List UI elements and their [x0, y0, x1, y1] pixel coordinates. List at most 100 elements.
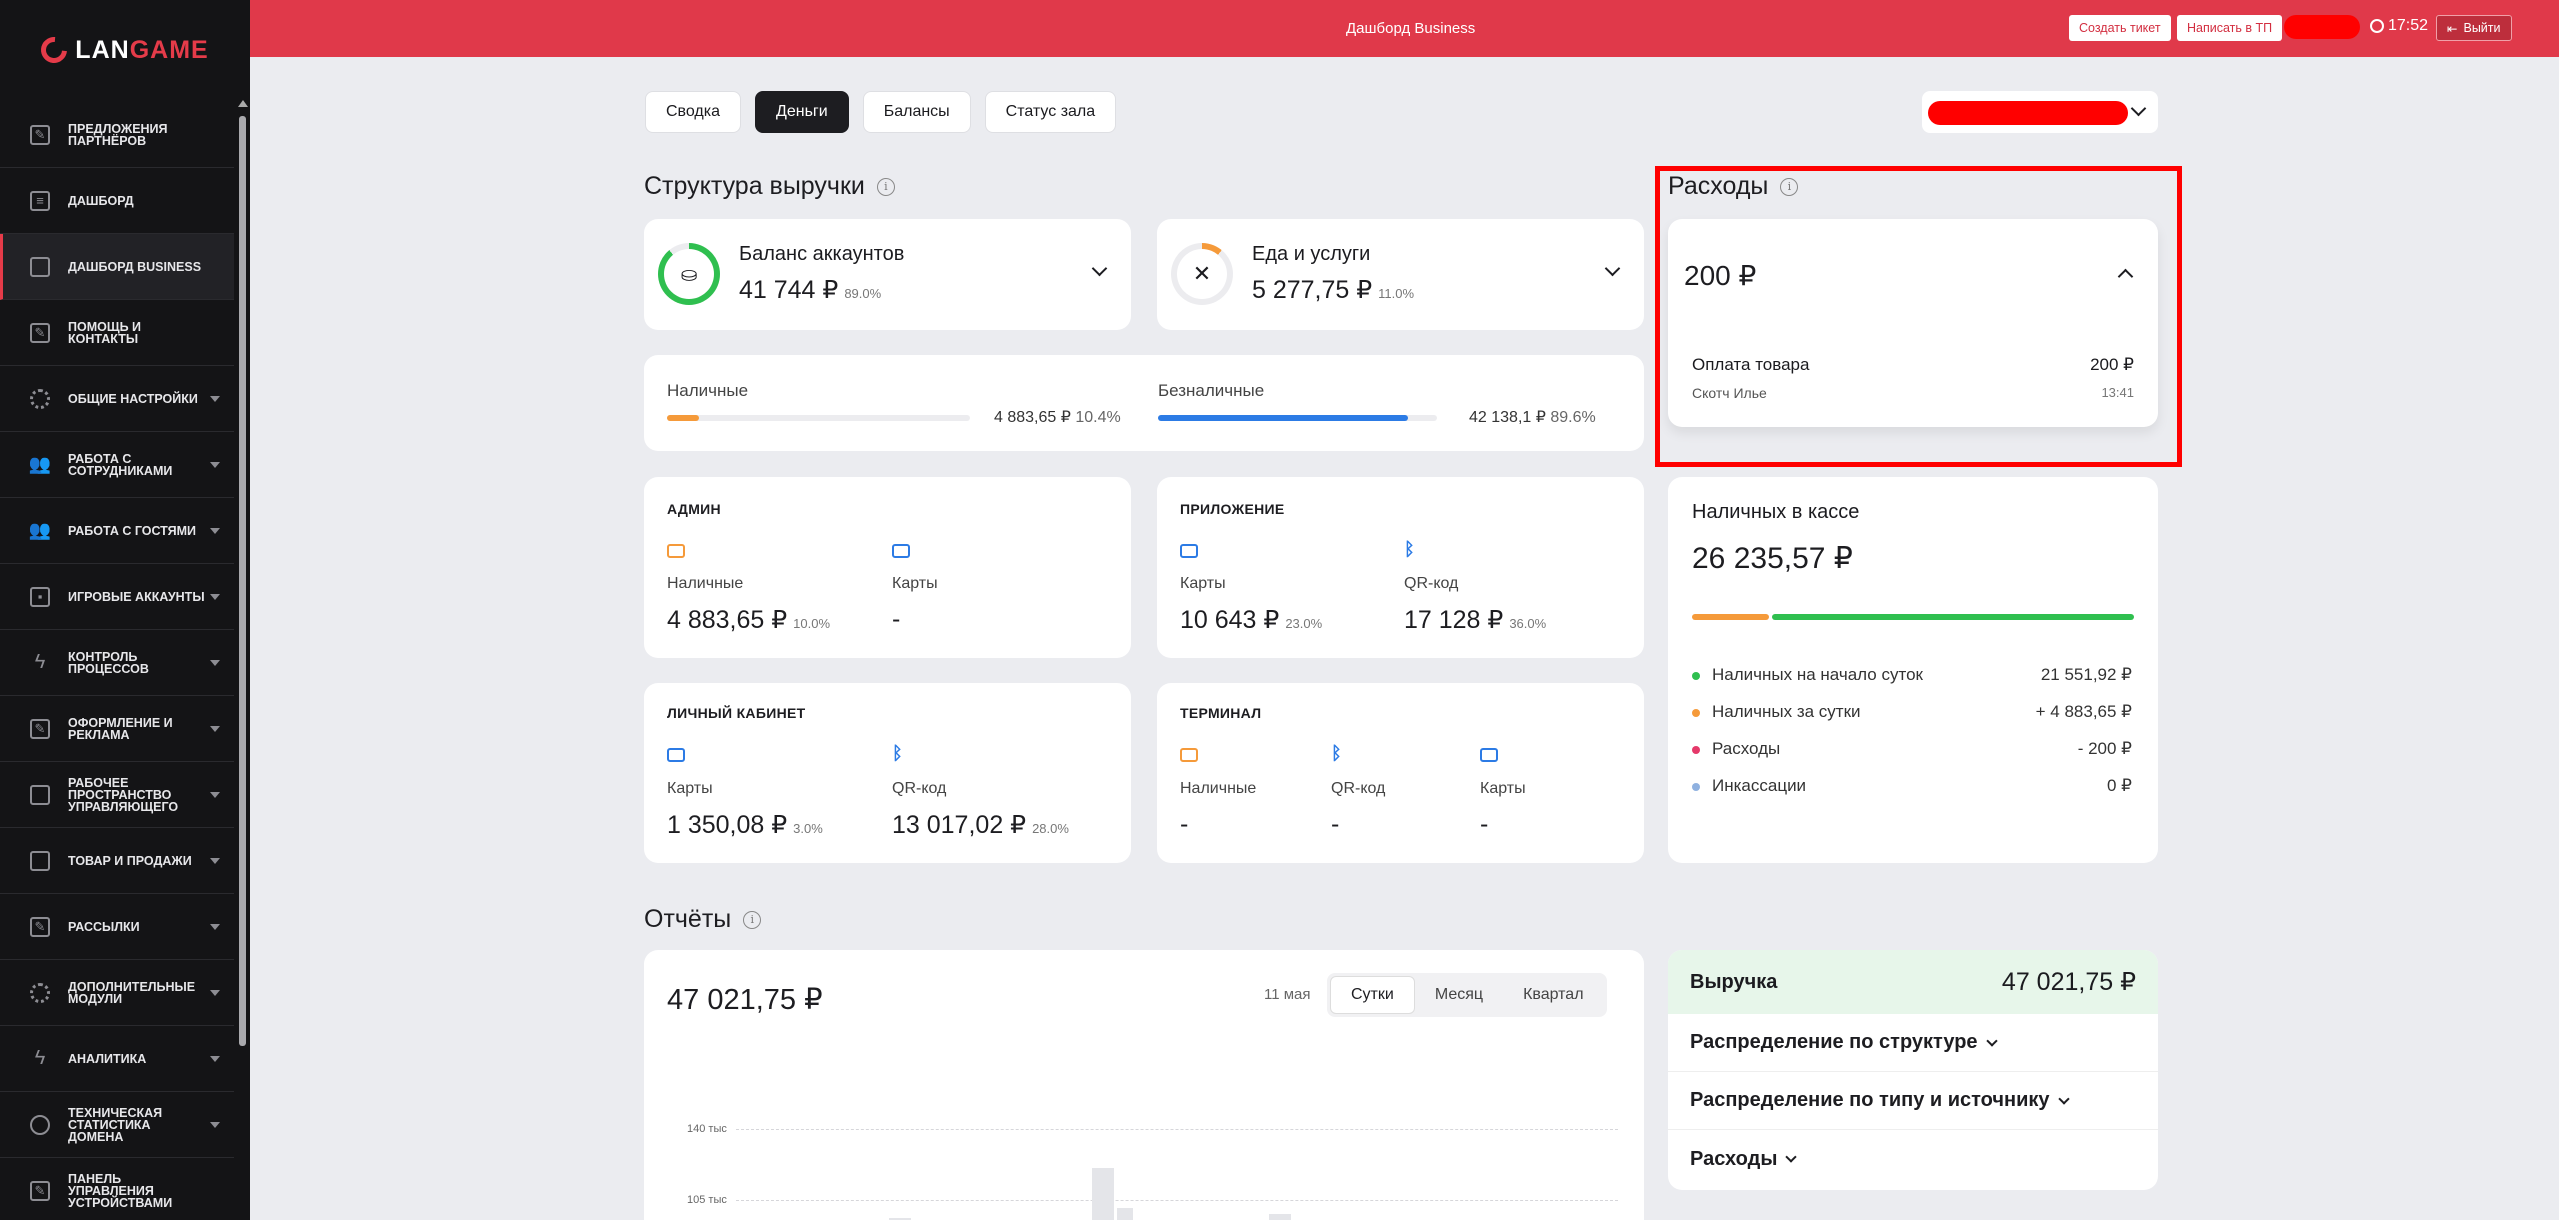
sidebar-item-label: Панель управления устройствами — [68, 1171, 173, 1210]
clock: 17:52 — [2370, 17, 2428, 35]
cash-pct: 10.4% — [1075, 409, 1121, 426]
sidebar-item-devices[interactable]: ✎ Панель управления устройствами — [0, 1158, 234, 1220]
terminal-source-card: Терминал Наличные - ᛒ QR-код - Карты - — [1157, 683, 1644, 863]
chevron-down-icon — [2130, 100, 2147, 117]
gear-icon — [30, 982, 50, 1003]
chart-bar — [1269, 1214, 1291, 1220]
sidebar-item-label: Аналитика — [68, 1051, 147, 1066]
terminal-cash-label: Наличные — [1180, 780, 1257, 797]
club-name-redacted — [1928, 101, 2128, 125]
cashbox-card: Наличных в кассе 26 235,57 ₽ Наличных на… — [1668, 477, 2158, 863]
chevron-down-icon — [210, 792, 220, 798]
admin-cash-pct: 10.0% — [793, 616, 831, 631]
dot-icon — [1692, 708, 1700, 717]
cashbox-row-label: Наличных за сутки — [1712, 702, 1861, 721]
period-month[interactable]: Месяц — [1415, 976, 1503, 1014]
sidebar-item-label: Работа с гостями — [68, 523, 197, 538]
sidebar-item-design[interactable]: ✎ Оформление и реклама — [0, 696, 234, 762]
cashbox-title: Наличных в кассе — [1692, 501, 1860, 523]
sidebar-item-label: Техническая статистика домена — [68, 1105, 163, 1144]
sidebar-item-process-control[interactable]: ϟ Контроль процессов — [0, 630, 234, 696]
sidebar-scroll-thumb[interactable] — [239, 116, 246, 1046]
chevron-down-icon — [210, 660, 220, 666]
app-qr-value: 17 128 ₽ — [1404, 606, 1504, 634]
sidebar-item-label: Дашборд Business — [68, 259, 202, 274]
card-icon — [1180, 544, 1198, 558]
cashless-pct: 89.6% — [1550, 409, 1596, 426]
users-icon: 👥 — [28, 520, 52, 540]
sidebar-item-game-accounts[interactable]: ▪ Игровые аккаунты — [0, 564, 234, 630]
balance-pct: 89.0% — [844, 286, 882, 301]
cashbox-bar-green — [1772, 614, 2134, 620]
cashbox-bar-orange — [1692, 614, 1769, 620]
sidebar-item-modules[interactable]: Дополнительные модули — [0, 960, 234, 1026]
cabinet-cards-label: Карты — [667, 780, 713, 797]
logo[interactable]: LANGAME — [0, 0, 250, 100]
food-services-card[interactable]: ✕ Еда и услуги 5 277,75 ₽ 11.0% — [1157, 219, 1644, 330]
tab-hall-status[interactable]: Статус зала — [984, 91, 1117, 133]
sidebar-item-dashboard-business[interactable]: Дашборд Business — [0, 234, 234, 300]
sidebar-item-label: Работа с сотрудниками — [68, 451, 173, 478]
y-tick-label: 105 тыс — [687, 1194, 727, 1206]
edit-icon: ✎ — [30, 916, 50, 937]
admin-cash-value: 4 883,65 ₽ — [667, 606, 788, 634]
sidebar-item-tech-stats[interactable]: Техническая статистика домена — [0, 1092, 234, 1158]
admin-cards-value: - — [892, 605, 901, 633]
cash-stats: 4 883,65 ₽ 10.4% — [994, 407, 1121, 427]
create-ticket-button[interactable]: Создать тикет — [2069, 15, 2171, 41]
cashbox-row-value: - 200 ₽ — [2077, 739, 2132, 758]
chevron-down-icon — [210, 594, 220, 600]
window-icon — [30, 256, 50, 277]
balance-accounts-card[interactable]: ⛀ Баланс аккаунтов 41 744 ₽ 89.0% — [644, 219, 1131, 330]
terminal-qr-value: - — [1331, 810, 1340, 838]
tab-summary[interactable]: Сводка — [645, 91, 742, 133]
sidebar-item-partners[interactable]: ✎ Предложения партнёров — [0, 102, 234, 168]
reports-date[interactable]: 11 мая — [1264, 986, 1311, 1003]
logout-button[interactable]: ⇤ Выйти — [2436, 15, 2512, 41]
bolt-icon: ϟ — [34, 651, 46, 673]
logo-icon — [35, 31, 73, 69]
sidebar-item-label: Помощь и контакты — [68, 319, 142, 346]
chevron-down-icon[interactable] — [1091, 260, 1108, 277]
sidebar-item-mailings[interactable]: ✎ Рассылки — [0, 894, 234, 960]
tab-money[interactable]: Деньги — [755, 91, 849, 133]
sidebar-item-goods[interactable]: Товар и продажи — [0, 828, 234, 894]
app-source-card: Приложение Карты 10 643 ₽23.0% ᛒ QR-код … — [1157, 477, 1644, 658]
scroll-up-icon[interactable] — [238, 100, 248, 107]
revenue-expenses-toggle[interactable]: Расходы — [1668, 1130, 2158, 1188]
app-title: Приложение — [1180, 501, 1285, 517]
sidebar-item-label: Контроль процессов — [68, 649, 149, 676]
sidebar-item-general-settings[interactable]: Общие настройки — [0, 366, 234, 432]
revenue-summary-header: Выручка 47 021,75 ₽ — [1668, 950, 2158, 1014]
tab-balances[interactable]: Балансы — [862, 91, 971, 133]
cashbox-row: Расходы - 200 ₽ — [1692, 739, 2132, 759]
period-quarter[interactable]: Квартал — [1503, 976, 1603, 1014]
info-icon[interactable]: i — [743, 910, 762, 929]
sidebar-item-dashboard[interactable]: ≡ Дашборд — [0, 168, 234, 234]
sidebar-item-help[interactable]: ✎ Помощь и контакты — [0, 300, 234, 366]
period-day[interactable]: Сутки — [1330, 976, 1415, 1014]
sidebar-item-guests[interactable]: 👥 Работа с гостями — [0, 498, 234, 564]
write-support-button[interactable]: Написать в ТП — [2177, 15, 2283, 41]
chevron-down-icon — [210, 990, 220, 996]
chevron-down-icon — [210, 1056, 220, 1062]
sidebar-item-workspace[interactable]: Рабочее пространство управляющего — [0, 762, 234, 828]
user-name-redacted — [2284, 15, 2360, 39]
sidebar-item-analytics[interactable]: ϟ Аналитика — [0, 1026, 234, 1092]
sidebar-item-label: Дашборд — [68, 193, 134, 208]
chevron-down-icon — [2057, 1092, 2070, 1105]
app-cards-value: 10 643 ₽ — [1180, 606, 1280, 634]
app-qr-label: QR-код — [1404, 575, 1459, 592]
sidebar-item-staff[interactable]: 👥 Работа с сотрудниками — [0, 432, 234, 498]
cabinet-source-card: Личный кабинет Карты 1 350,08 ₽ 3.0% ᛒ QR… — [644, 683, 1131, 863]
revenue-type-source-toggle[interactable]: Распределение по типу и источнику — [1668, 1072, 2158, 1130]
revenue-label: Выручка — [1690, 970, 1778, 993]
club-select[interactable] — [1922, 91, 2158, 133]
revenue-structure-toggle[interactable]: Распределение по структуре — [1668, 1014, 2158, 1072]
cabinet-qr-pct: 28.0% — [1032, 821, 1069, 836]
chevron-down-icon[interactable] — [1604, 260, 1621, 277]
dot-icon — [1692, 782, 1700, 791]
info-icon[interactable]: i — [876, 177, 895, 196]
admin-title: Админ — [667, 501, 721, 517]
bolt-icon: ϟ — [34, 1047, 46, 1069]
